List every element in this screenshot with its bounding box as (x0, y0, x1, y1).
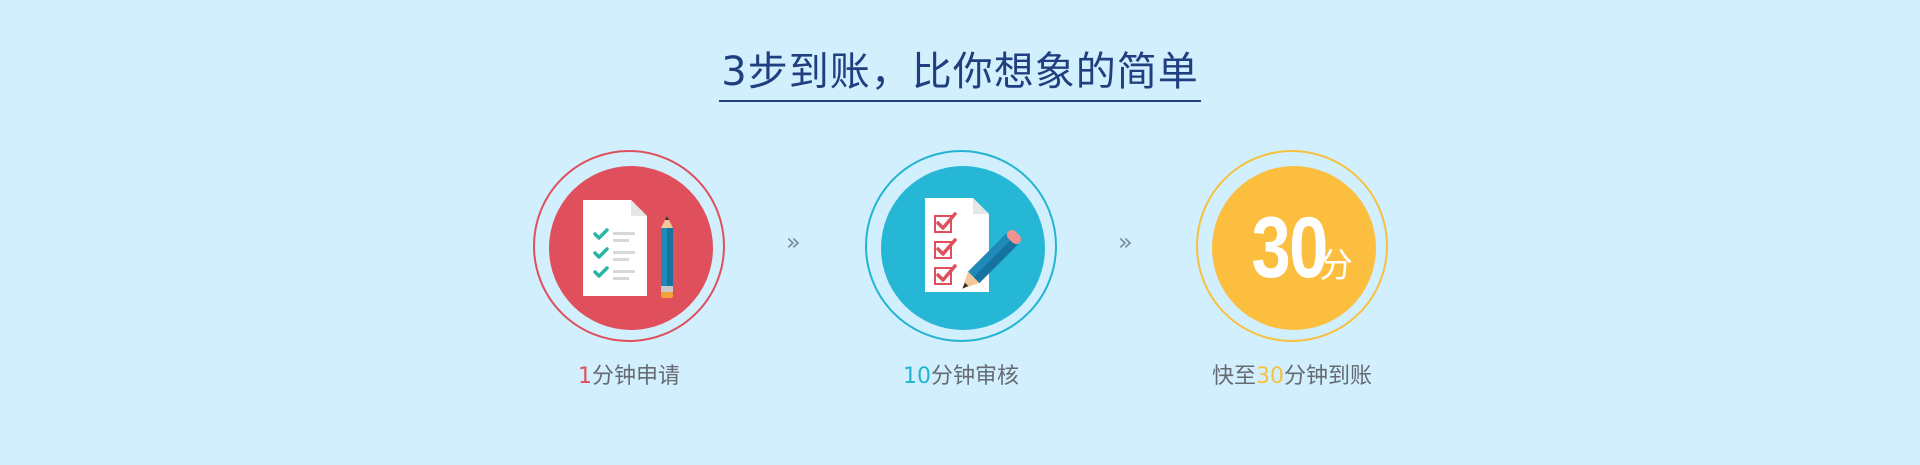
step-1-caption-suffix: 分钟申请 (591, 364, 680, 389)
step-1-caption-number: 1 (577, 364, 592, 389)
step-3-badge: 30分 (1196, 150, 1388, 342)
step-2-badge (865, 150, 1057, 342)
step-2-caption-suffix: 分钟审核 (930, 364, 1019, 389)
banner-title: 3步到账，比你想象的简单 (719, 46, 1201, 102)
step-3-caption: 快至30分钟到账 (1192, 362, 1392, 392)
badge-30-min: 30分 (1212, 202, 1376, 294)
checklist-pencil-icon (583, 200, 673, 298)
step-3-caption-suffix: 分钟到账 (1284, 364, 1373, 389)
step-2-caption-number: 10 (902, 364, 931, 389)
step-2-caption: 10分钟审核 (861, 362, 1061, 392)
step-arrow-1: » (786, 228, 801, 256)
step-2-circle (881, 166, 1045, 330)
banner-title-wrap: 3步到账，比你想象的简单 (0, 46, 1920, 102)
steps-banner: 3步到账，比你想象的简单 » » 30分 1分钟申请 10分钟审核 快至30分钟… (0, 0, 1920, 465)
step-3-caption-number: 30 (1256, 364, 1284, 389)
step-1-circle (549, 166, 713, 330)
step-1-badge (533, 150, 725, 342)
step-1-caption: 1分钟申请 (529, 362, 729, 392)
step-3-caption-prefix: 快至 (1211, 364, 1256, 389)
review-checkmarks-pencil-icon (925, 198, 1022, 292)
step-3-circle: 30分 (1212, 166, 1376, 330)
badge-number: 30 (1251, 200, 1329, 296)
step-arrow-2: » (1118, 228, 1133, 256)
